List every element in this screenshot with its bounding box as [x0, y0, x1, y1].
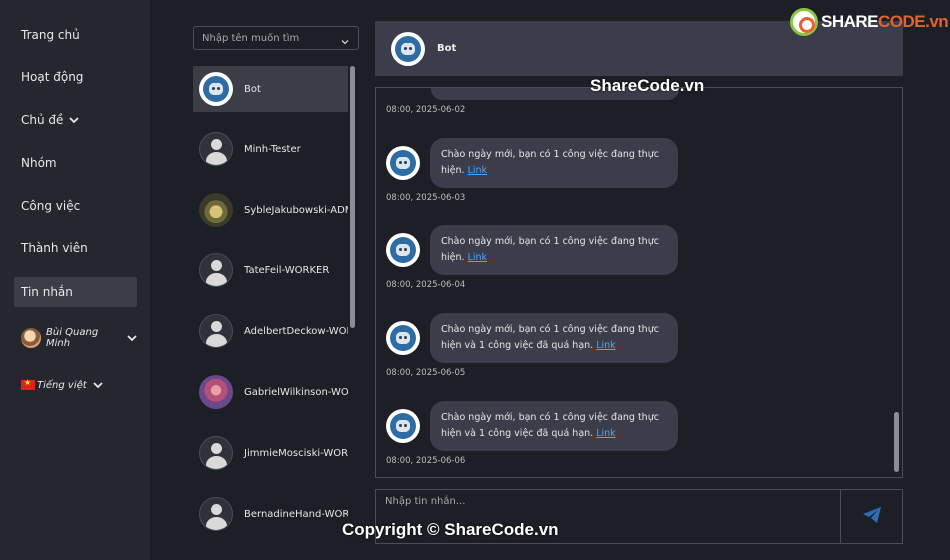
language-menu[interactable]: Tiếng việt [14, 370, 137, 400]
nav-item-members[interactable]: Thành viên [14, 233, 137, 263]
contact-item[interactable]: GabrielWilkinson-WO [193, 369, 348, 415]
chevron-down-icon [69, 115, 80, 125]
message-list: 08:00, 2025-06-02 Chào ngày mới, bạn có … [375, 87, 903, 478]
contact-item[interactable]: BernadineHand-WOR [193, 491, 348, 537]
nav-label: Công việc [21, 199, 81, 213]
contact-item[interactable]: JimmieMosciski-WOR [193, 430, 348, 476]
nav-label: Thành viên [21, 241, 88, 255]
contact-name: JimmieMosciski-WOR [244, 447, 348, 459]
search-input[interactable] [193, 26, 359, 50]
nav-item-activity[interactable]: Hoạt động [14, 62, 137, 92]
message-time: 08:00, 2025-06-06 [386, 456, 466, 466]
message-text: Chào ngày mới, bạn có 1 công việc đang t… [441, 324, 659, 351]
user-icon [199, 314, 233, 348]
nav-label: Nhóm [21, 156, 57, 170]
message-bubble: Chào ngày mới, bạn có 1 công việc đang t… [430, 313, 678, 363]
chevron-down-icon [93, 380, 103, 390]
watermark: ShareCode.vn [590, 76, 705, 95]
contact-item[interactable]: Bot [193, 66, 348, 112]
contact-name: Bot [244, 83, 261, 95]
contact-name: SybleJakubowski-ADM [244, 204, 348, 216]
nav-item-messages[interactable]: Tin nhắn [14, 277, 137, 307]
message-item: Chào ngày mới, bạn có 1 công việc đang t… [386, 138, 678, 188]
contacts-scrollbar[interactable] [350, 66, 355, 328]
message-link[interactable]: Link [596, 340, 615, 351]
message-bubble: Chào ngày mới, bạn có 1 công việc đang t… [430, 225, 678, 275]
bot-icon [386, 409, 420, 443]
avatar [199, 375, 233, 409]
contact-name: GabrielWilkinson-WO [244, 386, 348, 398]
contact-item[interactable]: Minh-Tester [193, 126, 348, 172]
logo-text: SHARECODE.vn [821, 12, 949, 31]
chat-title: Bot [437, 43, 457, 54]
chevron-down-icon [340, 32, 350, 45]
message-link[interactable]: Link [468, 252, 487, 263]
message-item: Chào ngày mới, bạn có 1 công việc đang t… [386, 401, 678, 451]
nav-item-tasks[interactable]: Công việc [14, 191, 137, 221]
message-time: 08:00, 2025-06-05 [386, 368, 466, 378]
vietnam-flag-icon [21, 378, 35, 390]
contact-item[interactable]: AdelbertDeckow-WOR [193, 308, 348, 354]
message-item: Chào ngày mới, bạn có 1 công việc đang t… [386, 225, 678, 275]
message-time: 08:00, 2025-06-02 [386, 105, 466, 115]
bot-icon [386, 146, 420, 180]
message-item: Chào ngày mới, bạn có 1 công việc đang t… [386, 313, 678, 363]
bot-icon [391, 31, 425, 66]
message-link[interactable]: Link [596, 428, 615, 439]
nav-item-groups[interactable]: Nhóm [14, 148, 137, 178]
user-name: Bùi Quang Minh [46, 327, 99, 349]
send-button[interactable] [840, 489, 903, 544]
message-time: 08:00, 2025-06-04 [386, 280, 466, 290]
contact-name: Minh-Tester [244, 143, 301, 155]
message-bubble: Chào ngày mới, bạn có 1 công việc đang t… [430, 401, 678, 451]
nav-item-topics[interactable]: Chủ đề [14, 105, 137, 135]
user-icon [199, 436, 233, 470]
contact-item[interactable]: TateFeil-WORKER [193, 247, 348, 293]
nav-label: Chủ đề [21, 113, 64, 127]
copyright-watermark: Copyright © ShareCode.vn [342, 520, 559, 539]
user-menu[interactable]: Bùi Quang Minh [14, 323, 137, 353]
bot-icon [199, 72, 233, 106]
sharecode-logo: SHARECODE.vn [790, 8, 949, 36]
user-icon [199, 132, 233, 166]
message-time: 08:00, 2025-06-03 [386, 193, 466, 203]
bot-icon [386, 233, 420, 267]
avatar [21, 328, 41, 348]
send-icon [862, 506, 882, 528]
nav-label: Tin nhắn [21, 285, 73, 299]
sidebar: Trang chủ Hoạt động Chủ đề Nhóm Công việ… [0, 0, 150, 560]
language-label: Tiếng việt [37, 379, 87, 391]
nav-item-home[interactable]: Trang chủ [14, 20, 137, 50]
message-text: Chào ngày mới, bạn có 1 công việc đang t… [441, 412, 659, 439]
message-bubble: Chào ngày mới, bạn có 1 công việc đang t… [430, 138, 678, 188]
logo-icon [790, 8, 818, 36]
contact-name: AdelbertDeckow-WOR [244, 325, 348, 337]
message-link[interactable]: Link [468, 165, 487, 176]
user-icon [199, 497, 233, 531]
chevron-down-icon [127, 333, 137, 343]
messages-scrollbar[interactable] [894, 412, 899, 472]
contact-name: TateFeil-WORKER [244, 264, 330, 276]
bot-icon [386, 321, 420, 355]
avatar [199, 193, 233, 227]
contact-name: BernadineHand-WOR [244, 508, 348, 520]
contact-item[interactable]: SybleJakubowski-ADM [193, 187, 348, 233]
user-icon [199, 253, 233, 287]
contacts-panel: Bot Minh-Tester SybleJakubowski-ADM Tate… [150, 0, 362, 560]
nav-label: Trang chủ [21, 28, 80, 42]
nav-label: Hoạt động [21, 70, 84, 84]
